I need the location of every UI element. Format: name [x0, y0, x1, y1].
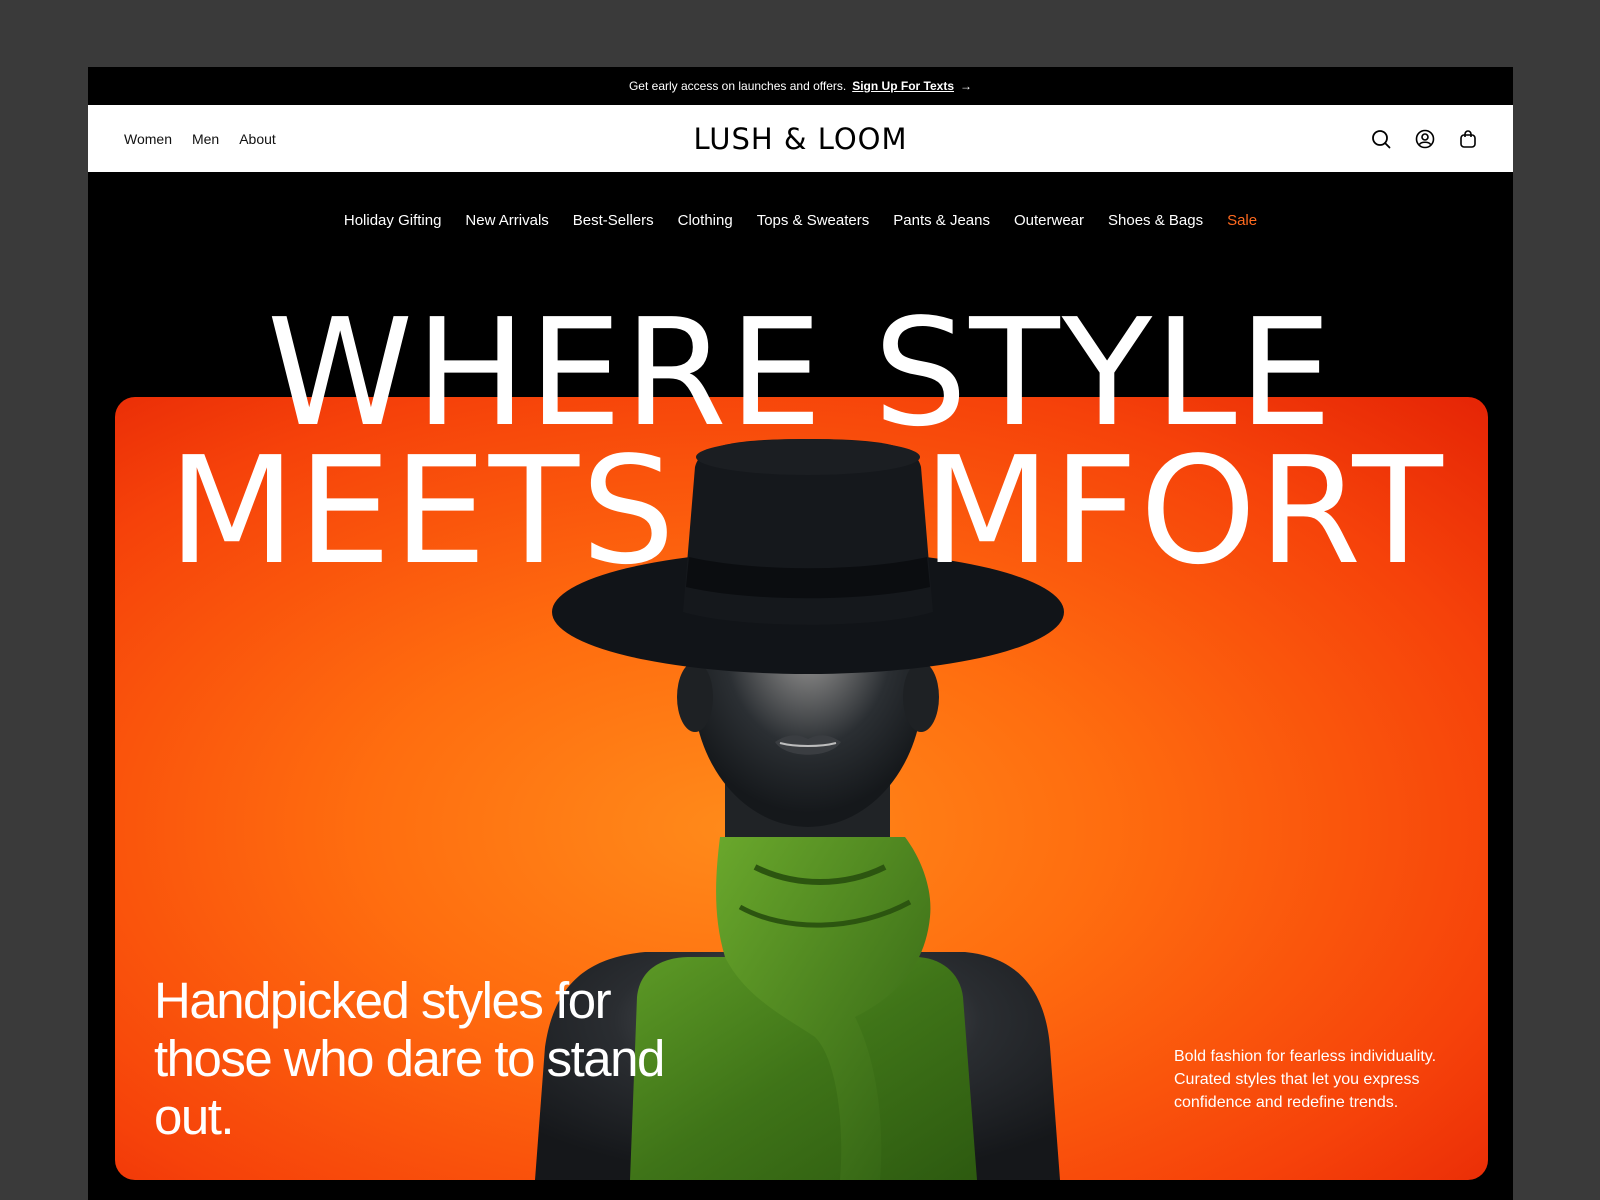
arrow-right-icon: → [960, 79, 973, 93]
nav-men[interactable]: Men [192, 131, 219, 147]
account-icon[interactable] [1415, 129, 1435, 149]
hero-blurb: Bold fashion for fearless individuality.… [1174, 1048, 1437, 1111]
header-icons [1371, 129, 1477, 149]
cat-clothing[interactable]: Clothing [678, 212, 733, 229]
bag-icon[interactable] [1459, 129, 1477, 149]
announcement-text: Get early access on launches and offers. [628, 79, 847, 93]
cat-shoes-bags[interactable]: Shoes & Bags [1108, 212, 1203, 229]
category-nav: Holiday Gifting New Arrivals Best-Seller… [88, 172, 1513, 268]
sign-up-texts-link[interactable]: Sign Up For Texts [852, 79, 954, 93]
cat-pants-jeans[interactable]: Pants & Jeans [893, 212, 990, 229]
cat-sale[interactable]: Sale [1227, 212, 1257, 229]
cat-new-arrivals[interactable]: New Arrivals [465, 212, 548, 229]
hero-tagline: Handpicked styles for those who dare to … [154, 972, 665, 1145]
primary-nav: Women Men About [124, 131, 276, 147]
cat-tops-sweaters[interactable]: Tops & Sweaters [757, 212, 870, 229]
nav-women[interactable]: Women [124, 131, 172, 147]
announcement-bar: Get early access on launches and offers.… [88, 67, 1513, 105]
nav-about[interactable]: About [239, 131, 276, 147]
cat-best-sellers[interactable]: Best-Sellers [573, 212, 654, 229]
hero-headline-word-meets: MEETS [168, 425, 678, 597]
cat-outerwear[interactable]: Outerwear [1014, 212, 1084, 229]
cat-holiday-gifting[interactable]: Holiday Gifting [344, 212, 442, 229]
hero-headline-word-mfort: MFORT [923, 425, 1445, 597]
search-icon[interactable] [1371, 129, 1391, 149]
site-logo[interactable]: LUSH & LOOM [694, 122, 908, 156]
browser-frame: Get early access on launches and offers.… [88, 67, 1513, 1200]
site-header: Women Men About LUSH & LOOM [88, 105, 1513, 172]
